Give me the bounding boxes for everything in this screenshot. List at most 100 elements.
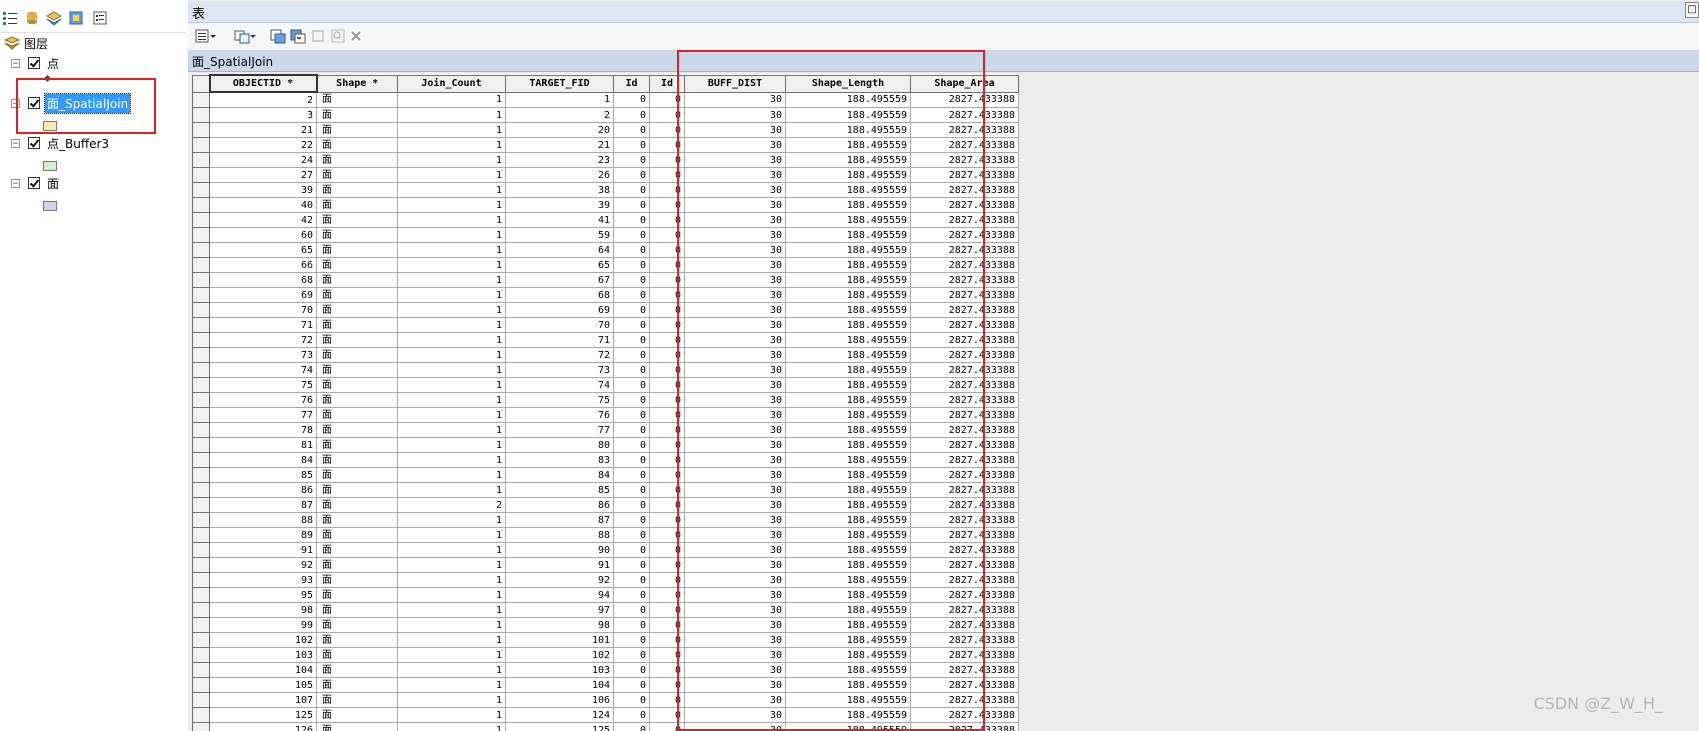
table-cell[interactable]: 30: [684, 137, 786, 153]
table-cell[interactable]: 188.495559: [785, 662, 911, 678]
table-cell[interactable]: 76: [209, 392, 317, 408]
table-cell[interactable]: 99: [209, 617, 317, 633]
table-cell[interactable]: 0: [649, 91, 685, 108]
table-cell[interactable]: 30: [684, 212, 786, 228]
table-cell[interactable]: 面: [316, 557, 398, 573]
table-cell[interactable]: 23: [505, 152, 614, 168]
table-cell[interactable]: 2827.433388: [910, 227, 1019, 243]
table-cell[interactable]: 42: [209, 212, 317, 228]
table-cell[interactable]: 0: [649, 152, 685, 168]
table-cell[interactable]: 0: [649, 407, 685, 423]
table-row[interactable]: 78 面 1 77 0 0 30 188.495559 2827.433388: [192, 422, 1019, 438]
collapse-icon[interactable]: −: [11, 178, 20, 188]
table-cell[interactable]: 69: [505, 302, 614, 318]
table-cell[interactable]: 0: [649, 437, 685, 453]
table-cell[interactable]: 75: [505, 392, 614, 408]
table-row[interactable]: 103 面 1 102 0 0 30 188.495559 2827.433388: [192, 647, 1019, 663]
table-cell[interactable]: 2: [505, 107, 614, 123]
table-row[interactable]: 22 面 1 21 0 0 30 188.495559 2827.433388: [192, 137, 1019, 153]
table-cell[interactable]: 2: [397, 497, 506, 513]
table-cell[interactable]: 面: [316, 107, 398, 123]
table-cell[interactable]: 2827.433388: [910, 197, 1019, 213]
table-cell[interactable]: 188.495559: [785, 302, 911, 318]
table-cell[interactable]: 面: [316, 692, 398, 708]
row-selector[interactable]: [192, 362, 210, 378]
table-row[interactable]: 87 面 2 86 0 0 30 188.495559 2827.433388: [192, 497, 1019, 513]
table-cell[interactable]: 91: [505, 557, 614, 573]
table-cell[interactable]: 67: [505, 272, 614, 288]
table-cell[interactable]: 71: [505, 332, 614, 348]
collapse-icon[interactable]: −: [11, 58, 20, 68]
table-cell[interactable]: 91: [209, 542, 317, 558]
table-cell[interactable]: 68: [505, 287, 614, 303]
column-header[interactable]: Join_Count: [397, 74, 506, 93]
table-cell[interactable]: 188.495559: [785, 152, 911, 168]
table-cell[interactable]: 面: [316, 497, 398, 513]
table-cell[interactable]: 30: [684, 347, 786, 363]
table-cell[interactable]: 188.495559: [785, 617, 911, 633]
table-cell[interactable]: 0: [649, 542, 685, 558]
row-selector[interactable]: [192, 632, 210, 648]
table-cell[interactable]: 30: [684, 452, 786, 468]
table-cell[interactable]: 2827.433388: [910, 347, 1019, 363]
table-cell[interactable]: 0: [649, 617, 685, 633]
row-selector[interactable]: [192, 572, 210, 588]
table-cell[interactable]: 面: [316, 317, 398, 333]
table-cell[interactable]: 1: [397, 242, 506, 258]
table-cell[interactable]: 面: [316, 91, 398, 108]
table-cell[interactable]: 188.495559: [785, 227, 911, 243]
table-cell[interactable]: 0: [613, 362, 650, 378]
row-selector[interactable]: [192, 332, 210, 348]
table-cell[interactable]: 面: [316, 707, 398, 723]
table-cell[interactable]: 0: [613, 302, 650, 318]
table-cell[interactable]: 87: [209, 497, 317, 513]
row-selector[interactable]: [192, 452, 210, 468]
table-cell[interactable]: 89: [209, 527, 317, 543]
layers-root[interactable]: 图层: [3, 34, 50, 52]
table-cell[interactable]: 2827.433388: [910, 152, 1019, 168]
table-cell[interactable]: 1: [397, 197, 506, 213]
table-cell[interactable]: 2827.433388: [910, 482, 1019, 498]
table-cell[interactable]: 188.495559: [785, 257, 911, 273]
table-cell[interactable]: 188.495559: [785, 527, 911, 543]
table-cell[interactable]: 0: [613, 707, 650, 723]
table-cell[interactable]: 98: [209, 602, 317, 618]
table-cell[interactable]: 面: [316, 197, 398, 213]
list-by-source-icon[interactable]: [22, 8, 42, 28]
table-cell[interactable]: 0: [649, 572, 685, 588]
row-selector[interactable]: [192, 557, 210, 573]
table-cell[interactable]: 0: [649, 722, 685, 731]
table-cell[interactable]: 面: [316, 392, 398, 408]
table-cell[interactable]: 30: [684, 692, 786, 708]
table-cell[interactable]: 84: [505, 467, 614, 483]
table-cell[interactable]: 0: [649, 707, 685, 723]
row-selector[interactable]: [192, 152, 210, 168]
table-cell[interactable]: 2827.433388: [910, 572, 1019, 588]
table-cell[interactable]: 90: [505, 542, 614, 558]
table-cell[interactable]: 1: [397, 602, 506, 618]
table-cell[interactable]: 188.495559: [785, 347, 911, 363]
table-cell[interactable]: 0: [613, 542, 650, 558]
table-cell[interactable]: 0: [649, 497, 685, 513]
table-cell[interactable]: 面: [316, 632, 398, 648]
table-cell[interactable]: 0: [649, 602, 685, 618]
table-cell[interactable]: 2827.433388: [910, 557, 1019, 573]
table-cell[interactable]: 30: [684, 287, 786, 303]
table-cell[interactable]: 2827.433388: [910, 167, 1019, 183]
table-cell[interactable]: 2827.433388: [910, 287, 1019, 303]
table-cell[interactable]: 2827.433388: [910, 362, 1019, 378]
table-cell[interactable]: 1: [397, 662, 506, 678]
table-cell[interactable]: 102: [209, 632, 317, 648]
table-cell[interactable]: 66: [209, 257, 317, 273]
table-cell[interactable]: 0: [649, 317, 685, 333]
row-selector[interactable]: [192, 91, 210, 108]
table-cell[interactable]: 1: [397, 677, 506, 693]
table-cell[interactable]: 94: [505, 587, 614, 603]
table-cell[interactable]: 125: [505, 722, 614, 731]
table-cell[interactable]: 70: [505, 317, 614, 333]
table-cell[interactable]: 1: [397, 617, 506, 633]
table-cell[interactable]: 0: [613, 257, 650, 273]
table-cell[interactable]: 0: [649, 692, 685, 708]
table-cell[interactable]: 2827.433388: [910, 452, 1019, 468]
table-cell[interactable]: 0: [649, 422, 685, 438]
